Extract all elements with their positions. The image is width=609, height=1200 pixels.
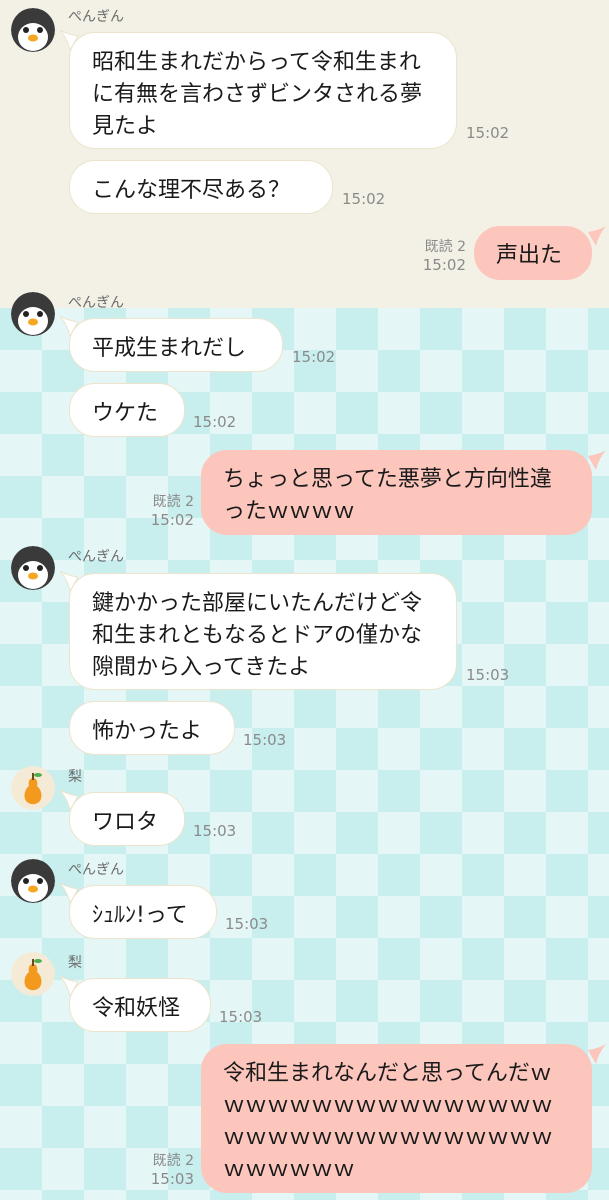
message-bubble[interactable]: 令和妖怪 xyxy=(69,978,211,1032)
pear-avatar-icon[interactable] xyxy=(11,766,55,810)
pear-avatar-icon[interactable] xyxy=(11,952,55,996)
message-time: 15:03 xyxy=(225,915,269,933)
message-bubble[interactable]: 平成生まれだし xyxy=(69,318,283,372)
message-time: 15:02 xyxy=(422,256,466,274)
message-time: 15:03 xyxy=(243,731,287,749)
message-time: 15:02 xyxy=(342,190,386,208)
message-bubble[interactable]: ｼｭﾙﾝ!って xyxy=(69,885,217,939)
message-bubble[interactable]: こんな理不尽ある？ xyxy=(69,160,333,214)
bubble-tail xyxy=(588,1044,606,1064)
penguin-avatar-icon[interactable] xyxy=(11,859,55,903)
message-bubble-outgoing[interactable]: 声出た xyxy=(474,226,592,280)
message-time: 15:03 xyxy=(219,1008,263,1026)
penguin-avatar-icon[interactable] xyxy=(11,292,55,336)
sender-name: ぺんぎん xyxy=(68,295,124,311)
sender-name: 梨 xyxy=(68,955,82,971)
message-time: 15:02 xyxy=(292,348,336,366)
read-receipt: 既読 2 xyxy=(152,494,194,510)
sender-name: ぺんぎん xyxy=(68,9,124,25)
message-bubble[interactable]: ウケた xyxy=(69,383,185,437)
message-time: 15:03 xyxy=(466,666,510,684)
message-time: 15:02 xyxy=(466,124,510,142)
message-time: 15:02 xyxy=(193,413,237,431)
read-receipt: 既読 2 xyxy=(152,1153,194,1169)
penguin-avatar-icon[interactable] xyxy=(11,546,55,590)
penguin-avatar-icon[interactable] xyxy=(11,8,55,52)
message-bubble[interactable]: 昭和生まれだからって令和生まれに有無を言わさずビンタされる夢見たよ xyxy=(69,32,457,149)
sender-name: 梨 xyxy=(68,769,82,785)
message-bubble[interactable]: ワロタ xyxy=(69,792,185,846)
message-bubble-outgoing[interactable]: ちょっと思ってた悪夢と方向性違ったｗｗｗｗ xyxy=(201,450,592,535)
read-receipt: 既読 2 xyxy=(424,239,466,255)
message-time: 15:03 xyxy=(150,1170,194,1188)
bubble-tail xyxy=(588,226,606,246)
message-time: 15:02 xyxy=(150,511,194,529)
message-bubble[interactable]: 怖かったよ xyxy=(69,701,235,755)
sender-name: ぺんぎん xyxy=(68,549,124,565)
message-time: 15:03 xyxy=(193,822,237,840)
bubble-tail xyxy=(588,450,606,470)
message-bubble[interactable]: 鍵かかった部屋にいたんだけど令和生まれともなるとドアの僅かな隙間から入ってきたよ xyxy=(69,573,457,690)
message-bubble-outgoing[interactable]: 令和生まれなんだと思ってんだｗｗｗｗｗｗｗｗｗｗｗｗｗｗｗｗｗｗｗｗｗｗｗｗｗｗ… xyxy=(201,1044,592,1193)
sender-name: ぺんぎん xyxy=(68,862,124,878)
